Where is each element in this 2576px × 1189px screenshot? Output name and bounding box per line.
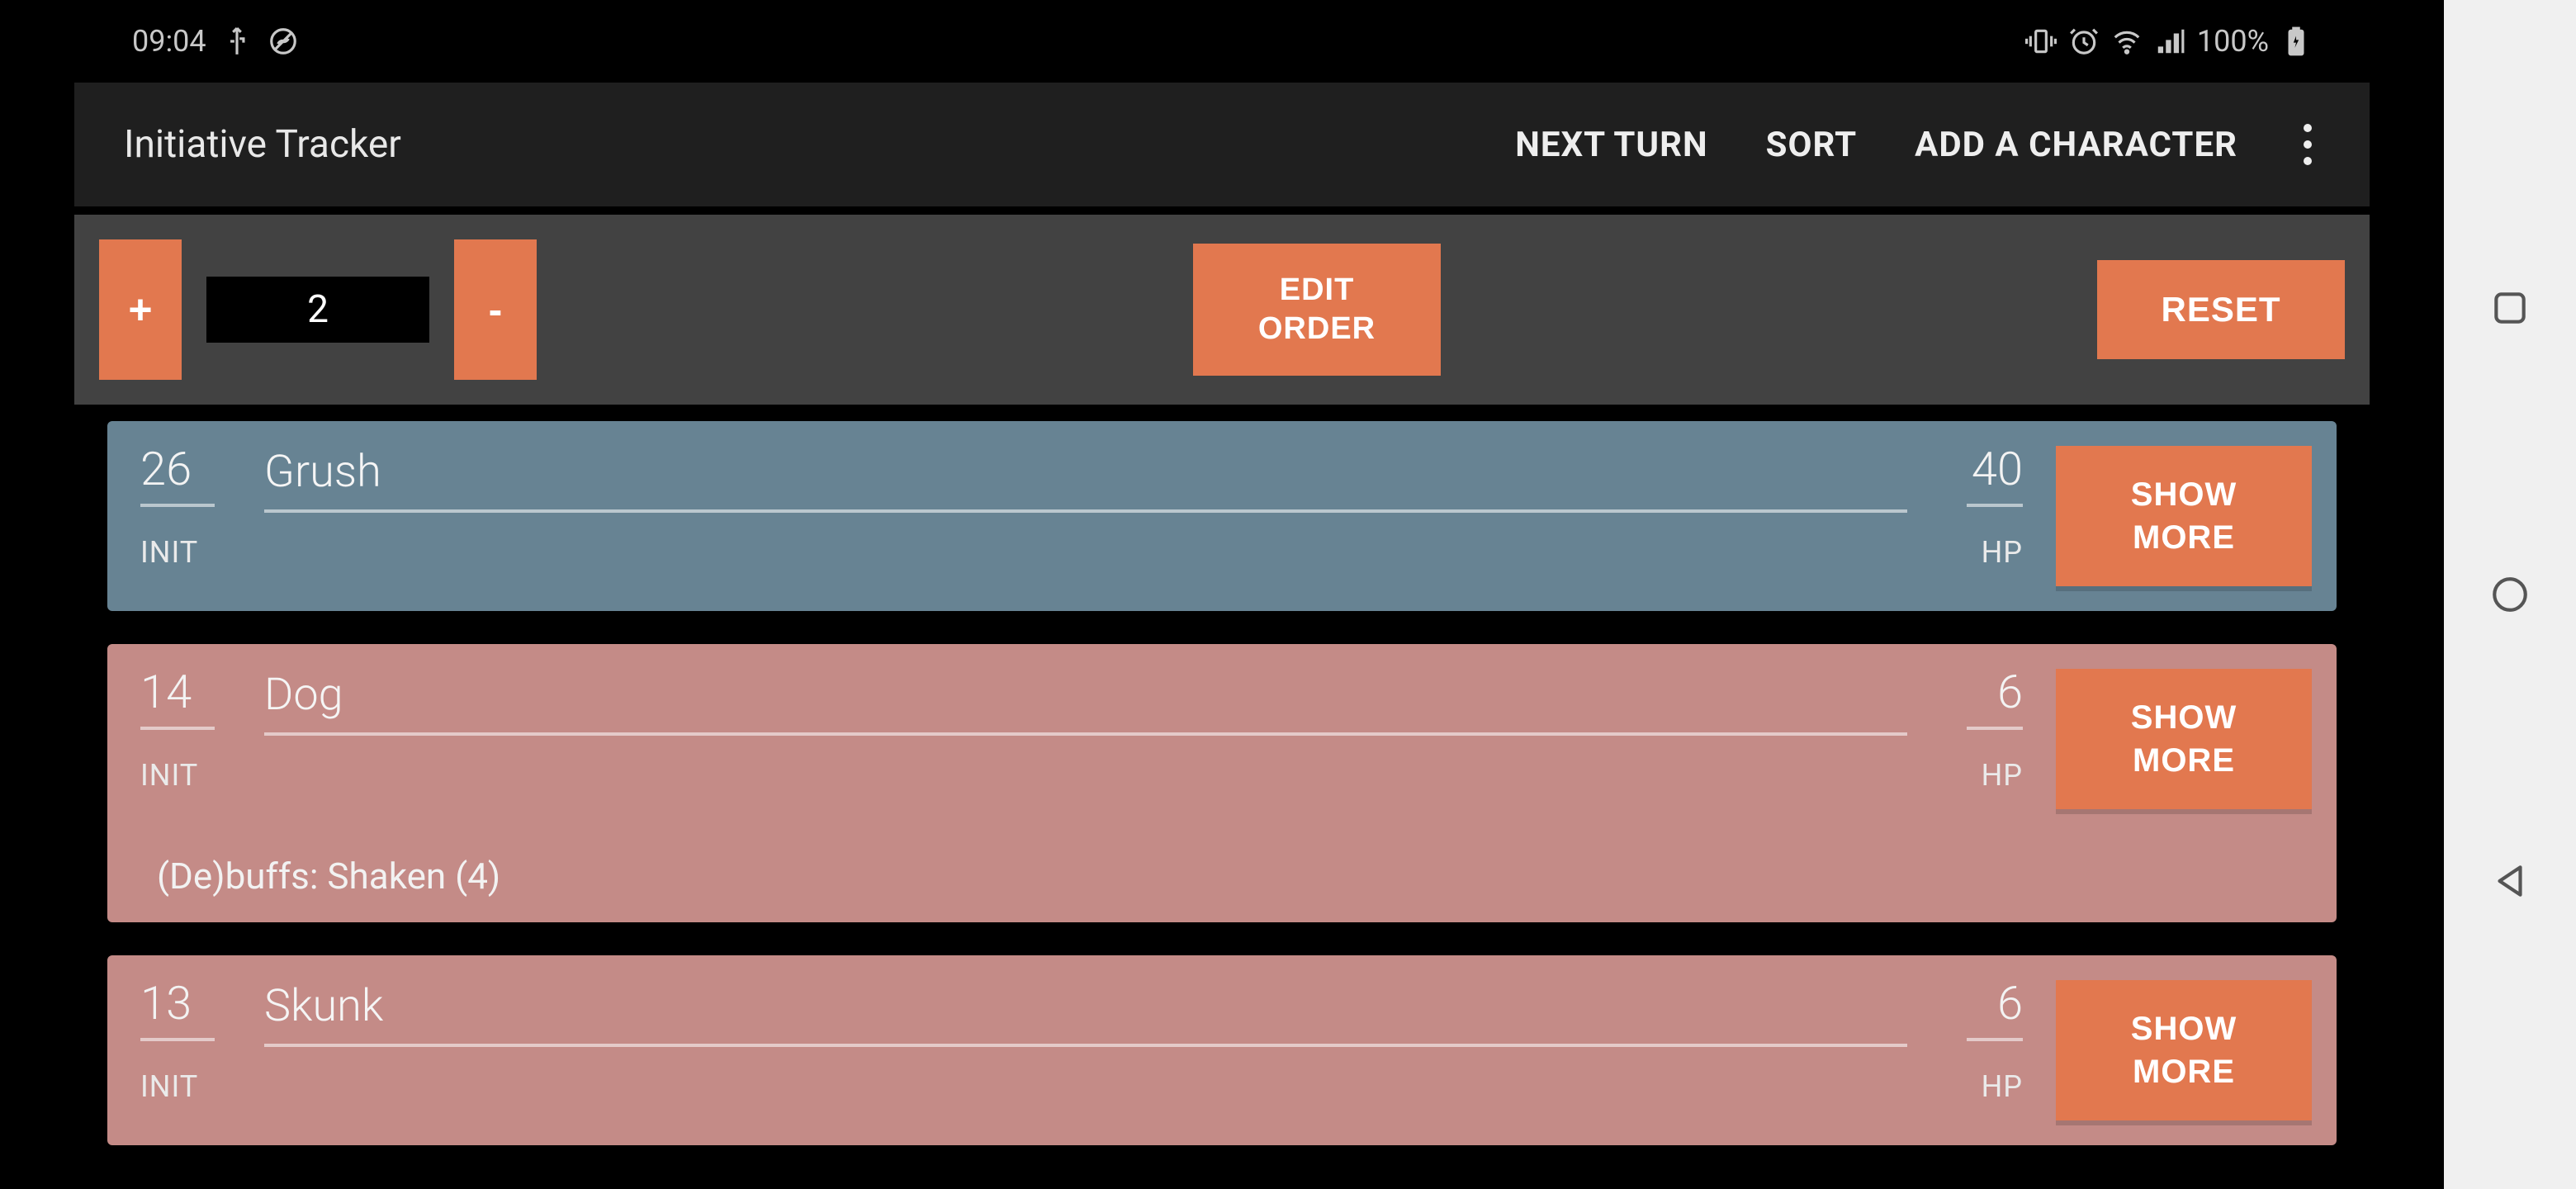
init-value[interactable]: 14 bbox=[140, 669, 239, 715]
signal-icon bbox=[2154, 26, 2185, 57]
recents-button[interactable] bbox=[2487, 285, 2533, 331]
character-name[interactable]: Skunk bbox=[264, 980, 1907, 1032]
show-more-button[interactable]: SHOW MORE bbox=[2056, 669, 2312, 809]
add-character-button[interactable]: ADD A CHARACTER bbox=[1915, 125, 2237, 165]
app-title: Initiative Tracker bbox=[124, 122, 401, 167]
alarm-icon bbox=[2068, 26, 2100, 57]
character-name[interactable]: Dog bbox=[264, 669, 1907, 721]
hp-value[interactable]: 6 bbox=[1997, 669, 2023, 715]
hp-label: HP bbox=[1982, 758, 2023, 793]
android-nav-bar bbox=[2444, 0, 2576, 1189]
sort-button[interactable]: SORT bbox=[1766, 125, 1858, 165]
debuffs-text: (De)buffs: Shaken (4) bbox=[157, 855, 2312, 898]
back-button[interactable] bbox=[2487, 858, 2533, 904]
status-bar: 09:04 100% bbox=[74, 0, 2370, 83]
edit-order-button[interactable]: EDIT ORDER bbox=[1193, 244, 1441, 376]
init-label: INIT bbox=[140, 758, 239, 793]
decrement-button[interactable]: - bbox=[454, 239, 537, 380]
no-sync-icon bbox=[268, 26, 299, 57]
hp-value[interactable]: 6 bbox=[1997, 980, 2023, 1026]
battery-charging-icon bbox=[2280, 26, 2312, 57]
home-button[interactable] bbox=[2487, 571, 2533, 618]
init-label: INIT bbox=[140, 535, 239, 570]
character-card[interactable]: 13 INIT Skunk 6 HP SHOW MORE bbox=[107, 955, 2337, 1145]
character-card[interactable]: 14 INIT Dog 6 HP SHOW MORE (De)buffs: Shaken (… bbox=[107, 644, 2337, 922]
show-more-button[interactable]: SHOW MORE bbox=[2056, 980, 2312, 1120]
hp-label: HP bbox=[1982, 535, 2023, 570]
character-card[interactable]: 26 INIT Grush 40 HP SHOW MORE bbox=[107, 421, 2337, 611]
init-value[interactable]: 26 bbox=[140, 446, 239, 492]
wifi-icon bbox=[2111, 26, 2143, 57]
app-bar: Initiative Tracker NEXT TURN SORT ADD A … bbox=[74, 83, 2370, 206]
reset-button[interactable]: RESET bbox=[2097, 260, 2345, 359]
status-time: 09:04 bbox=[132, 24, 206, 59]
show-more-button[interactable]: SHOW MORE bbox=[2056, 446, 2312, 586]
character-name[interactable]: Grush bbox=[264, 446, 1907, 498]
init-value[interactable]: 13 bbox=[140, 980, 239, 1026]
hp-value[interactable]: 40 bbox=[1972, 446, 2023, 492]
vibrate-icon bbox=[2025, 26, 2057, 57]
next-turn-button[interactable]: NEXT TURN bbox=[1515, 125, 1707, 165]
usb-icon bbox=[221, 26, 253, 57]
hp-label: HP bbox=[1982, 1069, 2023, 1104]
toolbar: + 2 - EDIT ORDER RESET bbox=[74, 215, 2370, 405]
character-list: 26 INIT Grush 40 HP SHOW MORE 14 INIT Dog 6 HP SHOW… bbox=[74, 413, 2370, 1189]
init-label: INIT bbox=[140, 1069, 239, 1104]
counter-input[interactable]: 2 bbox=[206, 277, 429, 343]
overflow-menu-icon[interactable] bbox=[2295, 116, 2320, 173]
increment-button[interactable]: + bbox=[99, 239, 182, 380]
battery-percent: 100% bbox=[2197, 24, 2269, 59]
